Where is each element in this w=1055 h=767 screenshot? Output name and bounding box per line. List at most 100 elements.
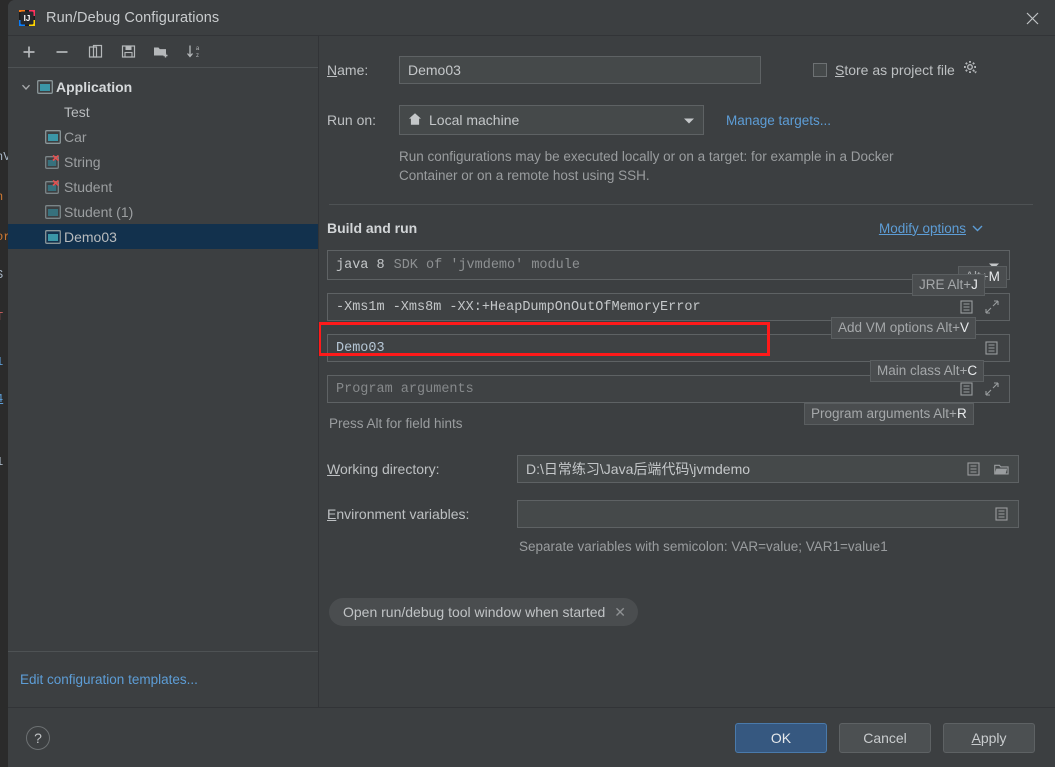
bg-code-line: 4 [0,392,3,406]
environment-variables-input[interactable] [517,500,1019,528]
working-directory-label: Working directory: [327,461,440,477]
bg-code-line: 1 [0,455,3,469]
configurations-sidebar: a z Application Test Car String Student … [8,36,319,707]
tree-item-label: Demo03 [64,228,117,245]
environment-variables-note: Separate variables with semicolon: VAR=v… [519,539,888,554]
tree-item-string[interactable]: String [8,149,318,174]
working-directory-input[interactable]: D:\日常练习\Java后端代码\jvmdemo [517,455,1019,483]
tree-item-application[interactable]: Application [8,74,318,99]
intellij-idea-logo-icon: IJ [18,9,36,27]
program-arguments-macro-icon[interactable] [959,382,974,397]
working-directory-row: Working directory: D:\日常练习\Java后端代码\jvmd… [327,455,1035,483]
tree-item-demo03[interactable]: Demo03 [8,224,318,249]
cancel-button[interactable]: Cancel [839,722,931,753]
tree-item-student[interactable]: Student [8,174,318,199]
svg-text:IJ: IJ [24,14,31,23]
application-error-icon [45,154,61,169]
close-icon[interactable]: ✕ [614,604,626,621]
dialog-titlebar: IJ Run/Debug Configurations [8,0,1055,36]
main-class-hint: Main class Alt+C [870,360,985,382]
run-on-label: Run on: [327,112,377,128]
environment-variables-label: Environment variables: [327,506,470,522]
sidebar-footer: Edit configuration templates... [8,651,318,707]
edit-configuration-templates-link[interactable]: Edit configuration templates... [20,672,198,687]
open-tool-window-chip[interactable]: Open run/debug tool window when started … [329,598,639,626]
svg-text:z: z [196,53,199,59]
chevron-down-icon[interactable] [18,82,33,92]
vm-options-macro-icon[interactable] [959,300,974,315]
copy-configuration-button[interactable] [84,41,106,63]
manage-targets-link[interactable]: Manage targets... [726,113,831,128]
save-icon [121,45,135,58]
gear-dropdown-icon[interactable] [963,60,978,80]
jre-module-description: SDK of 'jvmdemo' module [393,257,580,273]
tree-item-test[interactable]: Test [8,99,318,124]
tree-item-label: Application [56,78,133,95]
store-as-project-file-group[interactable]: Store as project file [813,60,978,80]
tree-item-label: Student [64,178,113,195]
store-as-project-file-label: Store as project file [835,62,955,78]
close-icon [1026,12,1038,24]
plus-icon [23,46,35,57]
vm-options-hint: Add VM options Alt+V [831,317,976,339]
program-arguments-expand-icon[interactable] [984,382,999,397]
chip-container: Open run/debug tool window when started … [329,598,1035,626]
chip-label: Open run/debug tool window when started [343,604,606,620]
working-directory-macro-icon[interactable] [966,462,981,477]
add-configuration-button[interactable] [18,41,40,63]
working-directory-value: D:\日常练习\Java后端代码\jvmdemo [526,461,751,477]
ok-button[interactable]: OK [735,722,827,753]
new-folder-button[interactable] [150,41,172,63]
sort-configurations-button[interactable]: a z [183,41,205,63]
home-icon [408,112,422,129]
jre-value: java 8 [336,257,385,273]
sidebar-toolbar: a z [8,36,318,68]
dialog-title: Run/Debug Configurations [46,10,220,26]
name-label: Name: [327,62,369,78]
remove-configuration-button[interactable] [51,41,73,63]
bg-code-line: n [0,190,3,204]
footer-buttons: OK Cancel Apply [735,722,1035,753]
tree-item-student-1[interactable]: Student (1) [8,199,318,224]
program-arguments-hint: Program arguments Alt+R [804,403,974,425]
name-input-value: Demo03 [408,62,461,78]
name-row: Name: Demo03 Store as project file [327,56,1035,84]
working-directory-browse-folder-icon[interactable] [994,462,1009,477]
modify-options-link[interactable]: Modify options [879,221,966,236]
application-error-icon [45,179,61,194]
jre-hint: JRE Alt+J [912,274,985,296]
configuration-form: Name: Demo03 Store as project file Run o… [319,36,1055,707]
chevron-down-icon[interactable] [972,219,983,237]
environment-variables-row: Environment variables: [327,500,1035,528]
main-class-browse-icon[interactable] [984,341,999,356]
help-button[interactable]: ? [26,725,50,750]
vm-options-value: -Xms1m -Xms8m -XX:+HeapDumpOnOutOfMemory… [336,299,701,315]
application-icon [45,229,61,244]
vm-options-expand-icon[interactable] [984,300,999,315]
build-and-run-label: Build and run [327,220,418,236]
run-on-select[interactable]: Local machine [399,105,704,135]
name-input[interactable]: Demo03 [399,56,761,84]
apply-button[interactable]: Apply [943,722,1035,753]
tree-item-car[interactable]: Car [8,124,318,149]
save-configuration-button[interactable] [117,41,139,63]
chevron-down-icon[interactable] [683,112,695,128]
application-icon [45,129,61,144]
tree-item-label: Test [64,103,90,120]
jre-select[interactable]: java 8 SDK of 'jvmdemo' module [327,250,1010,280]
tree-item-label: Student (1) [64,203,134,220]
tree-item-label: String [64,153,101,170]
tree-item-label: Car [64,128,87,145]
run-debug-configurations-dialog: IJ Run/Debug Configurations a z Applicat… [8,0,1055,767]
close-dialog-button[interactable] [1009,0,1055,36]
minus-icon [56,50,68,53]
dialog-footer: ? OK Cancel Apply [8,707,1055,767]
bg-code-line: T [0,310,3,324]
program-arguments-placeholder: Program arguments [336,381,474,397]
main-class-value: Demo03 [336,340,385,356]
sort-alphabetically-icon: a z [187,45,200,59]
application-icon [45,204,61,219]
environment-variables-edit-icon[interactable] [994,507,1009,522]
store-as-project-file-checkbox[interactable] [813,63,827,77]
section-divider [329,204,1033,205]
